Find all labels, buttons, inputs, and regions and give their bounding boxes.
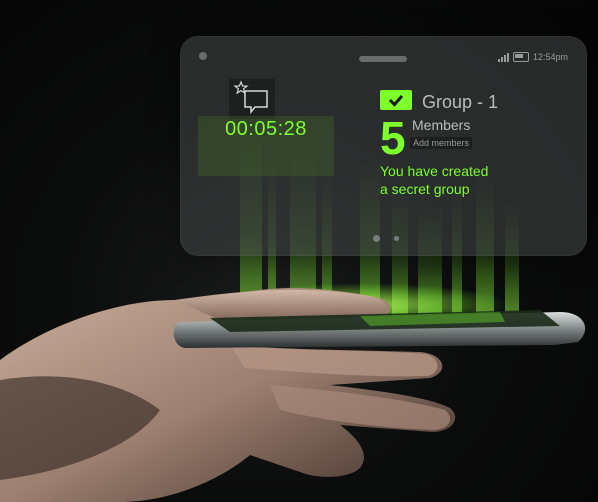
status-time: 12:54pm — [533, 52, 569, 62]
page-indicator[interactable] — [394, 236, 399, 241]
chat-star-icon[interactable] — [229, 79, 275, 119]
page-indicator-active[interactable] — [373, 235, 380, 242]
camera-dot — [199, 52, 207, 60]
hologram-scene: 12:54pm 00:05:28 Group - 1 5 Members Add… — [0, 0, 598, 502]
members-label: Members — [412, 117, 471, 133]
add-members-button[interactable]: Add members — [410, 137, 473, 149]
message-line-1: You have created — [380, 163, 489, 179]
battery-icon — [513, 52, 529, 62]
message-line-2: a secret group — [380, 181, 470, 197]
confirmation-message: You have created a secret group — [380, 162, 530, 198]
signal-icon — [498, 52, 509, 62]
status-bar: 12:54pm — [498, 50, 568, 64]
check-icon[interactable] — [380, 90, 412, 110]
timer-display: 00:05:28 — [225, 118, 307, 140]
group-name: Group - 1 — [422, 92, 499, 112]
speaker-slot — [359, 56, 407, 62]
member-count: 5 — [380, 112, 406, 164]
